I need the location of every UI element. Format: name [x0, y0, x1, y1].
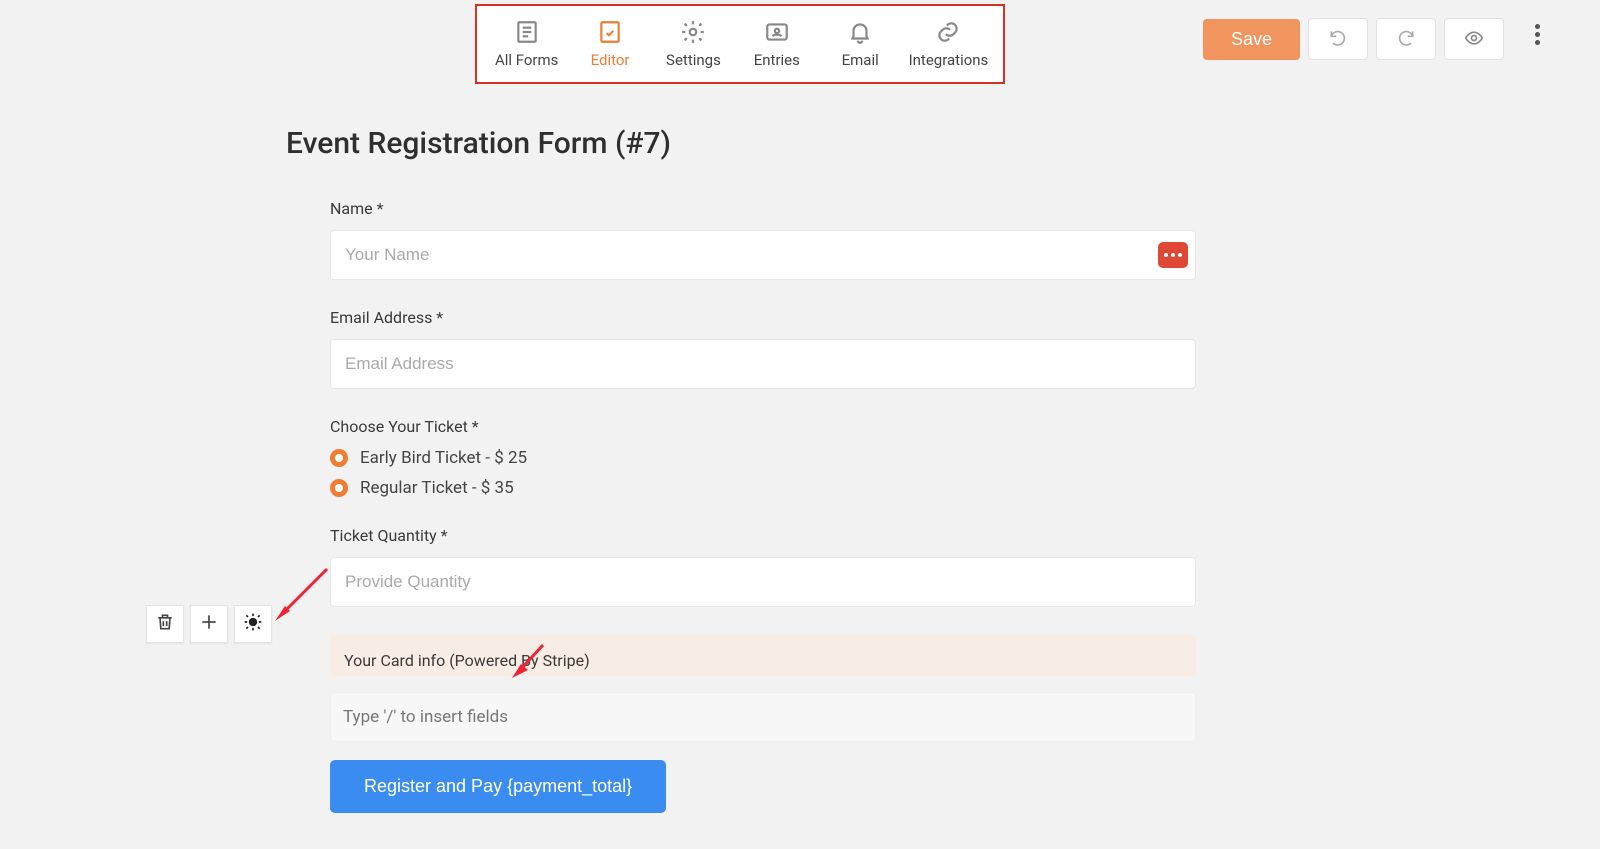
tab-editor[interactable]: Editor [575, 19, 645, 69]
tab-email[interactable]: Email [825, 19, 895, 69]
radio-label: Early Bird Ticket - $ 25 [360, 448, 527, 468]
submit-button[interactable]: Register and Pay {payment_total} [330, 760, 666, 813]
radio-label: Regular Ticket - $ 35 [360, 478, 514, 498]
gear-icon [680, 19, 706, 45]
email-input[interactable] [330, 339, 1196, 389]
field-label-name: Name * [330, 199, 1196, 218]
entries-icon [764, 19, 790, 45]
undo-button[interactable] [1308, 18, 1368, 60]
bell-icon [847, 19, 873, 45]
forms-list-icon [514, 19, 540, 45]
tab-label: All Forms [495, 51, 558, 69]
undo-icon [1328, 28, 1348, 51]
tab-label: Editor [591, 51, 630, 69]
top-nav: All Forms Editor Settings Entries Email … [475, 4, 1005, 84]
link-icon [935, 19, 961, 45]
field-quantity[interactable]: Ticket Quantity * [330, 526, 1196, 607]
radio-icon [330, 449, 348, 467]
plus-icon [199, 612, 219, 636]
radio-option-early-bird[interactable]: Early Bird Ticket - $ 25 [330, 448, 1196, 468]
field-label-email: Email Address * [330, 308, 1196, 327]
tab-settings[interactable]: Settings [658, 19, 728, 69]
radio-icon [330, 479, 348, 497]
page-title: Event Registration Form (#7) [286, 126, 1196, 161]
field-label-quantity: Ticket Quantity * [330, 526, 1196, 545]
preview-button[interactable] [1444, 18, 1504, 60]
insert-hint-text: Type '/' to insert fields [343, 707, 508, 727]
field-side-toolbar [146, 605, 272, 643]
top-right-actions: Save [1203, 18, 1504, 60]
tab-entries[interactable]: Entries [742, 19, 812, 69]
field-email[interactable]: Email Address * [330, 308, 1196, 389]
trash-icon [155, 612, 175, 636]
field-label-card: Your Card info (Powered By Stripe) [344, 651, 1182, 670]
tab-label: Integrations [909, 51, 989, 69]
redo-icon [1396, 28, 1416, 51]
tab-label: Entries [754, 51, 800, 69]
name-input[interactable] [330, 230, 1196, 280]
tab-label: Email [842, 51, 879, 69]
field-name[interactable]: Name * [330, 199, 1196, 280]
add-field-button[interactable] [190, 605, 228, 643]
radio-option-regular[interactable]: Regular Ticket - $ 35 [330, 478, 1196, 498]
tab-integrations[interactable]: Integrations [909, 19, 989, 69]
more-menu-button[interactable] [1535, 24, 1540, 45]
insert-fields-area[interactable]: Type '/' to insert fields [330, 692, 1196, 742]
field-label-ticket: Choose Your Ticket * [330, 417, 1196, 436]
form-editor-canvas: Event Registration Form (#7) Name * Emai… [286, 126, 1196, 813]
gear-icon [243, 612, 263, 636]
eye-icon [1464, 28, 1484, 51]
delete-field-button[interactable] [146, 605, 184, 643]
field-options-badge[interactable] [1158, 242, 1188, 268]
field-settings-button[interactable] [234, 605, 272, 643]
redo-button[interactable] [1376, 18, 1436, 60]
tab-label: Settings [666, 51, 721, 69]
editor-icon [597, 19, 623, 45]
quantity-input[interactable] [330, 557, 1196, 607]
save-button[interactable]: Save [1203, 19, 1300, 60]
field-ticket-choice[interactable]: Choose Your Ticket * Early Bird Ticket -… [330, 417, 1196, 498]
field-card-info[interactable]: Your Card info (Powered By Stripe) [330, 635, 1196, 676]
tab-all-forms[interactable]: All Forms [492, 19, 562, 69]
